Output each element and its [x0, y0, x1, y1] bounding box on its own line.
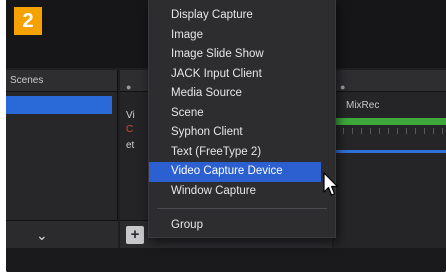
menu-item-scene[interactable]: Scene — [149, 104, 335, 124]
add-source-menu: Display Capture Image Image Slide Show J… — [148, 0, 336, 238]
menu-item-syphon-client[interactable]: Syphon Client — [149, 123, 335, 143]
audio-mixer-dock: ● MixRec — [334, 70, 446, 248]
menu-separator — [157, 208, 327, 209]
mouse-pointer-icon — [323, 172, 339, 196]
menu-item-media-source[interactable]: Media Source — [149, 84, 335, 104]
volume-slider[interactable] — [334, 150, 446, 153]
volume-meter — [334, 118, 446, 125]
menu-item-image[interactable]: Image — [149, 26, 335, 46]
menu-item-video-capture-device[interactable]: Video Capture Device — [149, 162, 321, 182]
menu-item-window-capture[interactable]: Window Capture — [149, 182, 335, 202]
status-bar — [6, 248, 446, 272]
menu-item-display-capture[interactable]: Display Capture — [149, 6, 335, 26]
menu-item-jack-input-client[interactable]: JACK Input Client — [149, 65, 335, 85]
scenes-footer: ⌄ — [6, 220, 118, 248]
menu-item-text-freetype[interactable]: Text (FreeType 2) — [149, 143, 335, 163]
dock-dot-icon: ● — [340, 82, 346, 92]
step-badge: 2 — [14, 7, 42, 35]
meter-scale — [334, 128, 446, 134]
chevron-down-icon[interactable]: ⌄ — [36, 227, 48, 244]
scene-list-item-selected[interactable] — [6, 96, 112, 114]
menu-item-image-slide-show[interactable]: Image Slide Show — [149, 45, 335, 65]
add-source-button[interactable]: + — [126, 226, 144, 244]
mixer-channel-name: MixRec — [346, 100, 380, 111]
scenes-dock: Scenes ⌄ — [6, 70, 118, 248]
menu-item-group[interactable]: Group — [149, 216, 335, 236]
mixer-header: ● — [334, 70, 446, 92]
dock-dot-icon: ● — [126, 82, 132, 92]
obs-window: 2 Scenes ⌄ ● Vi C et + ● MixRec Display … — [6, 0, 446, 272]
scenes-header: Scenes — [6, 70, 117, 92]
